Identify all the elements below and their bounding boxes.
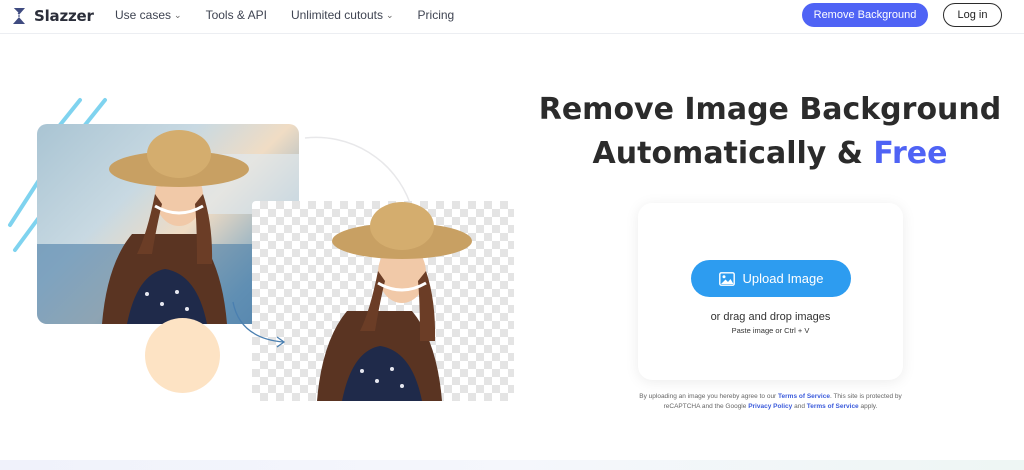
nav-tools-api[interactable]: Tools & API bbox=[206, 8, 267, 22]
upload-image-label: Upload Image bbox=[742, 271, 824, 286]
curved-arrow-icon bbox=[232, 301, 286, 348]
remove-background-button[interactable]: Remove Background bbox=[802, 3, 928, 27]
login-button[interactable]: Log in bbox=[943, 3, 1002, 27]
nav-use-cases[interactable]: Use cases ⌄ bbox=[115, 8, 182, 22]
upload-dropzone[interactable]: Upload Image or drag and drop images Pas… bbox=[638, 203, 903, 380]
terms-notice: By uploading an image you hereby agree t… bbox=[628, 392, 913, 412]
nav-use-cases-label: Use cases bbox=[115, 8, 172, 22]
nav-tools-api-label: Tools & API bbox=[205, 8, 267, 22]
terms-of-service-link-2[interactable]: Terms of Service bbox=[807, 403, 859, 410]
headline-line-2-text: Automatically & bbox=[592, 136, 863, 171]
chevron-down-icon: ⌄ bbox=[174, 9, 182, 20]
logo-text: Slazzer bbox=[34, 7, 94, 25]
privacy-policy-link[interactable]: Privacy Policy bbox=[748, 403, 792, 410]
nav-pricing[interactable]: Pricing bbox=[418, 8, 455, 22]
nav-unlimited-cutouts[interactable]: Unlimited cutouts ⌄ bbox=[291, 8, 394, 22]
nav-unlimited-cutouts-label: Unlimited cutouts bbox=[290, 8, 383, 22]
drag-drop-text: or drag and drop images bbox=[710, 311, 831, 323]
terms-text-3: and bbox=[794, 403, 805, 410]
terms-text-1: By uploading an image you hereby agree t… bbox=[639, 393, 777, 400]
next-section-strip bbox=[0, 460, 1024, 470]
headline-line-2: Automatically & Free bbox=[520, 132, 1020, 176]
main-nav: Use cases ⌄ Tools & API Unlimited cutout… bbox=[115, 0, 478, 30]
upload-image-button[interactable]: Upload Image bbox=[691, 260, 851, 297]
image-icon bbox=[718, 271, 735, 286]
chevron-down-icon: ⌄ bbox=[386, 9, 394, 20]
top-navbar: Slazzer Use cases ⌄ Tools & API Unlimite… bbox=[0, 0, 1024, 34]
nav-pricing-label: Pricing bbox=[417, 8, 455, 22]
slazzer-logo-icon bbox=[12, 7, 25, 24]
decorative-circle bbox=[145, 318, 220, 393]
hero-headline: Remove Image Background Automatically & … bbox=[520, 88, 1020, 176]
terms-of-service-link[interactable]: Terms of Service bbox=[778, 393, 830, 400]
headline-line-1: Remove Image Background bbox=[538, 92, 1002, 127]
logo[interactable]: Slazzer bbox=[10, 4, 94, 28]
headline-highlight: Free bbox=[873, 136, 948, 171]
paste-hint-text: Paste image or Ctrl + V bbox=[731, 326, 810, 335]
terms-text-4: apply. bbox=[860, 403, 878, 410]
